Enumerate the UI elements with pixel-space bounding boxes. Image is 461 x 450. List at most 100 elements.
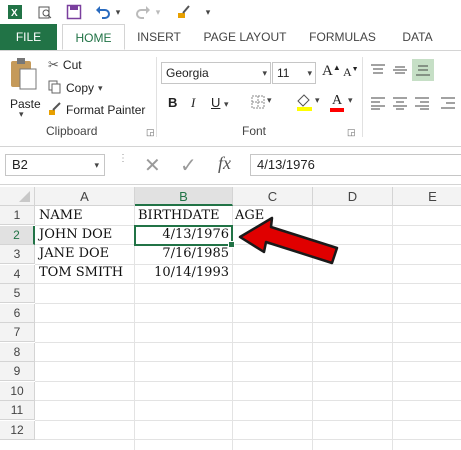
indent-button[interactable] (440, 96, 456, 115)
cell-b1[interactable]: BIRTHDATE (138, 206, 220, 225)
font-name-value: Georgia (166, 66, 209, 80)
borders-dropdown-icon: ▾ (267, 95, 272, 105)
tab-file[interactable]: FILE (0, 24, 57, 50)
column-header-d[interactable]: D (313, 187, 393, 206)
formula-input[interactable]: 4/13/1976 (250, 154, 461, 176)
paste-button[interactable]: Paste ▾ (6, 57, 42, 119)
row-header-2[interactable]: 2 (0, 225, 35, 245)
more-icon[interactable]: ▾ (202, 3, 214, 21)
cancel-entry-icon[interactable]: ✕ (144, 153, 161, 178)
column-header-a[interactable]: A (35, 187, 135, 206)
redo-dropdown-icon[interactable]: ▾ (153, 3, 163, 21)
cell-a1[interactable]: NAME (39, 206, 83, 225)
grow-font-button[interactable]: A▲ (322, 63, 341, 80)
row-header-4[interactable]: 4 (0, 264, 35, 284)
row-header-11[interactable]: 11 (0, 401, 35, 420)
copy-label: Copy (66, 81, 95, 95)
ribbon-home: Paste ▾ ✂ Cut Copy ▾ Format Painter Clip… (0, 51, 461, 147)
row-header-10[interactable]: 10 (0, 381, 35, 401)
cell-a4[interactable]: TOM SMITH (39, 263, 123, 282)
align-middle-button[interactable] (392, 63, 408, 82)
formula-bar-grip-icon[interactable]: ⋮ (118, 154, 128, 174)
svg-text:X: X (11, 8, 18, 19)
name-box[interactable]: B2 ▾ (5, 154, 105, 176)
row-header-7[interactable]: 7 (0, 323, 35, 342)
gridline (392, 206, 393, 450)
align-bottom-icon (416, 65, 430, 76)
cell-b4[interactable]: 10/14/1993 (135, 263, 229, 282)
tab-formulas[interactable]: FORMULAS (300, 24, 385, 50)
tab-data[interactable]: DATA (390, 24, 445, 50)
row-header-6[interactable]: 6 (0, 303, 35, 323)
group-divider-2 (362, 57, 363, 137)
save-icon[interactable] (65, 3, 83, 21)
name-box-dropdown-icon: ▾ (94, 160, 99, 170)
fill-color-dropdown-icon: ▾ (315, 95, 320, 105)
excel-icon[interactable]: X (6, 3, 24, 21)
clipboard-launcher-icon[interactable]: ◲ (146, 127, 155, 138)
row-header-3[interactable]: 3 (0, 245, 35, 264)
gridline (35, 380, 461, 382)
insert-function-icon[interactable]: fx (218, 153, 231, 174)
group-divider (156, 57, 157, 137)
row-header-1[interactable]: 1 (0, 206, 35, 225)
active-cell-indicator[interactable] (134, 225, 235, 248)
font-size-dropdown-icon: ▾ (307, 68, 312, 78)
underline-button[interactable]: U ▾ (211, 95, 229, 110)
paste-label: Paste (10, 97, 41, 111)
align-bottom-button[interactable] (412, 59, 434, 81)
align-left-icon (371, 97, 385, 110)
cell-a2[interactable]: JOHN DOE (39, 225, 112, 244)
confirm-entry-icon[interactable]: ✓ (180, 153, 197, 178)
font-color-dropdown-icon: ▾ (348, 95, 353, 105)
grow-arrow-icon: ▲ (332, 63, 341, 72)
gridline (35, 341, 461, 343)
column-header-b[interactable]: B (135, 187, 233, 206)
shrink-font-button[interactable]: A▼ (343, 65, 359, 80)
bold-button[interactable]: B (168, 95, 177, 110)
row-header-8[interactable]: 8 (0, 342, 35, 362)
align-center-button[interactable] (392, 96, 408, 115)
gridline (35, 283, 461, 284)
open-icon[interactable] (36, 3, 54, 21)
fill-color-button[interactable]: ▾ (295, 93, 325, 113)
gridline (35, 439, 461, 440)
row-header-9[interactable]: 9 (0, 362, 35, 381)
tab-insert[interactable]: INSERT (128, 24, 190, 50)
cut-label: Cut (62, 58, 82, 72)
undo-icon[interactable] (94, 3, 112, 21)
format-painter-button[interactable]: Format Painter (48, 100, 145, 120)
gridline (35, 419, 461, 421)
column-header-e[interactable]: E (393, 187, 461, 206)
copy-button[interactable]: Copy ▾ (48, 78, 103, 98)
cell-b3[interactable]: 7/16/1985 (135, 244, 229, 263)
cut-button[interactable]: ✂ Cut (48, 55, 82, 75)
brush-icon[interactable] (175, 3, 193, 21)
font-color-swatch (330, 108, 344, 112)
scissors-icon: ✂ (48, 57, 59, 72)
row-header-12[interactable]: 12 (0, 420, 35, 440)
font-color-button[interactable]: A ▾ (329, 93, 359, 113)
shrink-arrow-icon: ▼ (351, 65, 359, 73)
cell-a3[interactable]: JANE DOE (39, 244, 109, 263)
align-right-button[interactable] (414, 96, 430, 115)
font-size-value: 11 (277, 66, 290, 80)
tab-page-layout[interactable]: PAGE LAYOUT (195, 24, 295, 50)
select-all-button[interactable] (0, 187, 35, 206)
font-launcher-icon[interactable]: ◲ (347, 127, 356, 138)
cell-c1[interactable]: AGE (235, 206, 264, 225)
align-left-button[interactable] (370, 96, 386, 115)
gridline (35, 400, 461, 401)
font-size-select[interactable]: 11 ▾ (272, 62, 316, 84)
format-painter-label: Format Painter (66, 103, 146, 117)
align-top-button[interactable] (370, 63, 386, 82)
font-name-select[interactable]: Georgia ▾ (161, 62, 271, 84)
italic-button[interactable]: I (191, 95, 195, 111)
row-header-5[interactable]: 5 (0, 284, 35, 303)
column-header-c[interactable]: C (233, 187, 313, 206)
borders-button[interactable]: ▾ (251, 95, 272, 114)
undo-dropdown-icon[interactable]: ▾ (113, 3, 123, 21)
redo-icon[interactable] (134, 3, 152, 21)
tab-home[interactable]: HOME (62, 24, 125, 50)
align-top-icon (371, 64, 385, 74)
